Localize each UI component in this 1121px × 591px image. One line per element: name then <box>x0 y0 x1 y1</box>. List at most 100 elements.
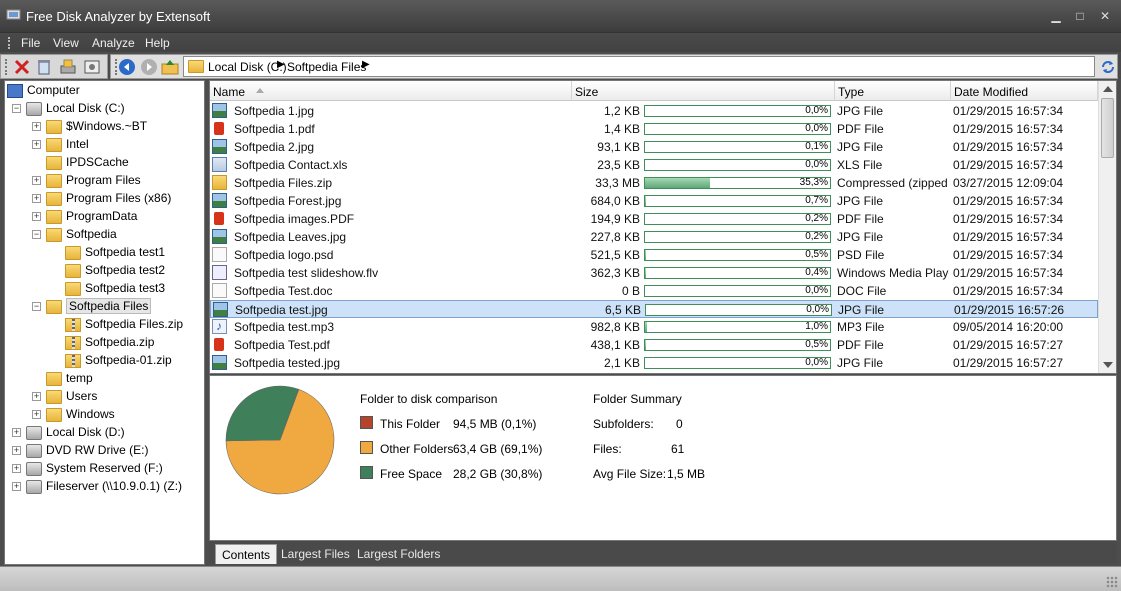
close-icon[interactable]: ✕ <box>1096 8 1114 24</box>
address-bar[interactable]: Local Disk (C:) ▶ Softpedia Files ▶ <box>183 56 1095 77</box>
expand-icon[interactable]: + <box>32 122 41 131</box>
breadcrumb-separator-icon[interactable]: ▶ <box>362 59 370 70</box>
tree-node[interactable]: + Windows <box>5 406 204 424</box>
back-icon[interactable] <box>118 58 136 76</box>
expand-icon[interactable]: + <box>32 410 41 419</box>
table-row[interactable]: Softpedia Forest.jpg 684,0 KB 0,7% JPG File… <box>210 192 1098 210</box>
table-row[interactable]: Softpedia logo.psd 521,5 KB 0,5% PSD File 01… <box>210 246 1098 264</box>
menu-file[interactable]: File <box>21 36 40 50</box>
up-folder-icon[interactable] <box>161 58 179 76</box>
breadcrumb-separator-icon[interactable]: ▶ <box>277 59 285 70</box>
file-size: 194,9 KB <box>590 212 640 226</box>
tree-node[interactable]: temp <box>5 370 204 388</box>
table-row[interactable]: Softpedia Test.pdf 438,1 KB 0,5% PDF File 01… <box>210 336 1098 354</box>
file-list[interactable]: Name Size Type Date Modified Softpedia 1… <box>209 80 1117 374</box>
tree-node[interactable]: Softpedia-01.zip <box>5 352 204 370</box>
scroll-down-icon[interactable] <box>1103 362 1113 368</box>
resize-grip-icon[interactable] <box>1106 576 1118 588</box>
expand-icon[interactable]: + <box>12 482 21 491</box>
size-percent-fill <box>645 268 646 278</box>
tree-node[interactable]: + $Windows.~BT <box>5 118 204 136</box>
folder-icon <box>46 390 62 404</box>
table-row[interactable]: Softpedia Files.zip 33,3 MB 35,3% Compresse… <box>210 174 1098 192</box>
column-header-type[interactable]: Type <box>835 81 951 101</box>
table-row[interactable]: Softpedia 1.jpg 1,2 KB 0,0% JPG File 01/29/2… <box>210 102 1098 120</box>
properties-icon[interactable] <box>83 58 101 76</box>
table-row[interactable]: Softpedia Contact.xls 23,5 KB 0,0% XLS File… <box>210 156 1098 174</box>
tree-node[interactable]: + Local Disk (D:) <box>5 424 204 442</box>
expand-icon[interactable]: + <box>12 446 21 455</box>
recycle-bin-icon[interactable] <box>35 58 53 76</box>
table-row[interactable]: Softpedia test.jpg 6,5 KB 0,0% JPG File 01/2… <box>210 300 1098 318</box>
file-date: 01/29/2015 16:57:34 <box>953 212 1064 226</box>
tree-node[interactable]: Softpedia.zip <box>5 334 204 352</box>
tree-node[interactable]: + Program Files <box>5 172 204 190</box>
column-header-date[interactable]: Date Modified <box>951 81 1098 101</box>
navbar-grip[interactable] <box>115 59 117 75</box>
tree-node[interactable]: + ProgramData <box>5 208 204 226</box>
folder-icon <box>65 264 81 278</box>
expand-icon[interactable]: + <box>32 392 41 401</box>
table-row[interactable]: Softpedia tested.jpg 2,1 KB 0,0% JPG File 01… <box>210 354 1098 372</box>
menu-help[interactable]: Help <box>145 36 170 50</box>
breadcrumb-local-disk[interactable]: Local Disk (C:) <box>208 60 287 74</box>
size-percent-bar: 0,0% <box>644 123 831 135</box>
forward-icon[interactable] <box>140 58 158 76</box>
column-header-size[interactable]: Size <box>572 81 835 101</box>
scroll-up-icon[interactable] <box>1103 86 1113 92</box>
breadcrumb-softpedia-files[interactable]: Softpedia Files <box>287 60 366 74</box>
menu-grip[interactable] <box>8 37 11 49</box>
collapse-icon[interactable]: − <box>32 302 41 311</box>
tree-node[interactable]: IPDSCache <box>5 154 204 172</box>
print-icon[interactable] <box>59 58 77 76</box>
tree-node[interactable]: + DVD RW Drive (E:) <box>5 442 204 460</box>
tab-largest-folders[interactable]: Largest Folders <box>351 544 446 564</box>
scroll-thumb[interactable] <box>1101 98 1114 158</box>
collapse-icon[interactable]: − <box>12 104 21 113</box>
expand-icon[interactable]: + <box>32 140 41 149</box>
tree-node[interactable]: Softpedia test3 <box>5 280 204 298</box>
expand-icon[interactable]: + <box>12 428 21 437</box>
summary-value-subfolders: 0 <box>676 417 683 431</box>
table-row[interactable]: Softpedia test slideshow.flv 362,3 KB 0,4%… <box>210 264 1098 282</box>
size-percent-label: 0,2% <box>805 213 828 224</box>
tab-largest-files[interactable]: Largest Files <box>275 544 356 564</box>
file-name: Softpedia Files.zip <box>234 176 333 190</box>
collapse-icon[interactable]: − <box>32 230 41 239</box>
delete-icon[interactable] <box>13 58 31 76</box>
tree-node[interactable]: − Softpedia Files <box>5 298 204 316</box>
tree-node[interactable]: Softpedia test2 <box>5 262 204 280</box>
table-row[interactable]: Softpedia images.PDF 194,9 KB 0,2% PDF File… <box>210 210 1098 228</box>
tree-node[interactable]: + Users <box>5 388 204 406</box>
expand-icon[interactable]: + <box>12 464 21 473</box>
tree-node[interactable]: + Program Files (x86) <box>5 190 204 208</box>
tree-node[interactable]: Softpedia test1 <box>5 244 204 262</box>
tree-node[interactable]: − Local Disk (C:) <box>5 100 204 118</box>
file-date: 01/29/2015 16:57:34 <box>953 104 1064 118</box>
maximize-icon[interactable]: □ <box>1071 8 1089 24</box>
tree-node-label: DVD RW Drive (E:) <box>46 443 149 457</box>
table-row[interactable]: Softpedia test.mp3 982,8 KB 1,0% MP3 File 09… <box>210 318 1098 336</box>
toolbar-grip[interactable] <box>5 59 7 75</box>
column-header-name[interactable]: Name <box>210 81 572 101</box>
tree-node[interactable]: − Softpedia <box>5 226 204 244</box>
table-row[interactable]: Softpedia 1.pdf 1,4 KB 0,0% PDF File 01/29/2… <box>210 120 1098 138</box>
tree-node[interactable]: + System Reserved (F:) <box>5 460 204 478</box>
refresh-icon[interactable] <box>1099 58 1117 76</box>
folder-tree[interactable]: Computer − Local Disk (C:) + $Windows.~BT + In… <box>4 80 205 565</box>
vertical-scrollbar[interactable] <box>1098 81 1116 373</box>
expand-icon[interactable]: + <box>32 194 41 203</box>
tab-contents[interactable]: Contents <box>215 544 278 564</box>
menu-analyze[interactable]: Analyze <box>92 36 135 50</box>
minimize-icon[interactable]: ▁ <box>1047 8 1065 24</box>
tree-node[interactable]: Computer <box>5 82 204 100</box>
menu-view[interactable]: View <box>53 36 79 50</box>
tree-node[interactable]: + Fileserver (\\10.9.0.1) (Z:) <box>5 478 204 496</box>
tree-node[interactable]: + Intel <box>5 136 204 154</box>
table-row[interactable]: Softpedia Leaves.jpg 227,8 KB 0,2% JPG File… <box>210 228 1098 246</box>
expand-icon[interactable]: + <box>32 212 41 221</box>
table-row[interactable]: Softpedia 2.jpg 93,1 KB 0,1% JPG File 01/29/… <box>210 138 1098 156</box>
tree-node[interactable]: Softpedia Files.zip <box>5 316 204 334</box>
table-row[interactable]: Softpedia Test.doc 0 B 0,0% DOC File 01/29/2… <box>210 282 1098 300</box>
expand-icon[interactable]: + <box>32 176 41 185</box>
